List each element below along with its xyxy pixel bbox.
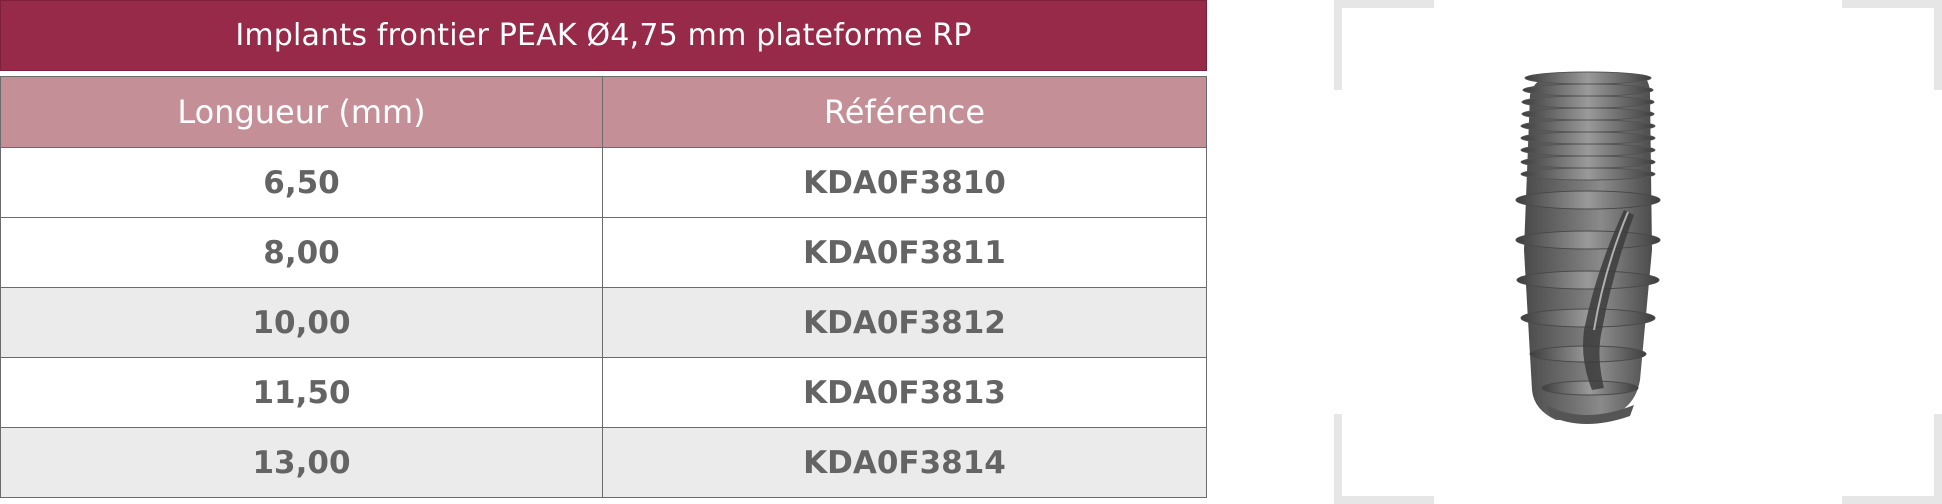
length-cell: 6,50	[0, 147, 603, 218]
table-row: 6,50 KDA0F3810	[0, 147, 1207, 218]
reference-cell: KDA0F3812	[602, 287, 1207, 358]
dental-implant-image	[1515, 71, 1661, 424]
length-cell: 10,00	[0, 287, 603, 358]
table-row: 10,00 KDA0F3812	[0, 287, 1207, 358]
length-cell: 11,50	[0, 357, 603, 428]
reference-table: Longueur (mm) Référence 6,50 KDA0F3810 8…	[0, 76, 1207, 498]
length-cell: 8,00	[0, 217, 603, 288]
header-length: Longueur (mm)	[0, 76, 603, 148]
implant-reference-table-container: Implants frontier PEAK Ø4,75 mm platefor…	[0, 0, 1207, 498]
table-header-row: Longueur (mm) Référence	[0, 76, 1207, 148]
length-cell: 13,00	[0, 427, 603, 498]
header-reference: Référence	[602, 76, 1207, 148]
table-row: 11,50 KDA0F3813	[0, 357, 1207, 428]
reference-cell: KDA0F3810	[602, 147, 1207, 218]
table-row: 13,00 KDA0F3814	[0, 427, 1207, 498]
product-image-frame	[1334, 0, 1942, 504]
table-row: 8,00 KDA0F3811	[0, 217, 1207, 288]
reference-cell: KDA0F3813	[602, 357, 1207, 428]
table-title: Implants frontier PEAK Ø4,75 mm platefor…	[0, 0, 1207, 71]
reference-cell: KDA0F3814	[602, 427, 1207, 498]
reference-cell: KDA0F3811	[602, 217, 1207, 288]
